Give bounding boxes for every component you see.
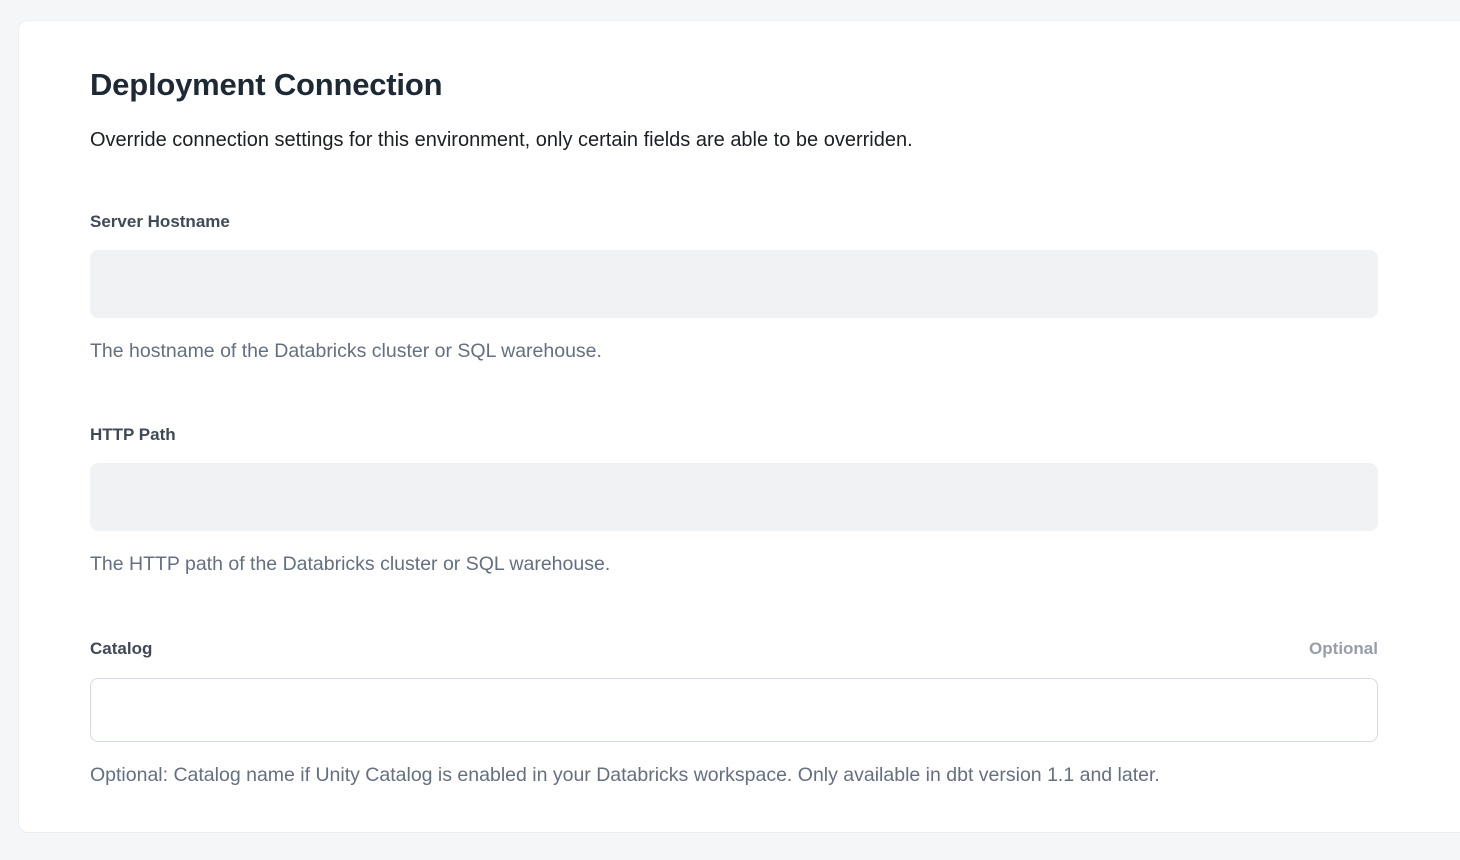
http-path-helper-text: The HTTP path of the Databricks cluster …: [90, 553, 1378, 576]
http-path-label-row: HTTP Path: [90, 424, 1378, 445]
page-title: Deployment Connection: [90, 68, 1378, 102]
card-content: Deployment Connection Override connectio…: [90, 68, 1378, 787]
catalog-helper-text: Optional: Catalog name if Unity Catalog …: [90, 764, 1378, 787]
http-path-input: [90, 463, 1378, 531]
page-subtitle: Override connection settings for this en…: [90, 128, 1378, 152]
http-path-label: HTTP Path: [90, 424, 176, 445]
deployment-connection-card: Deployment Connection Override connectio…: [18, 20, 1460, 833]
catalog-label: Catalog: [90, 638, 152, 659]
catalog-input[interactable]: [90, 678, 1378, 742]
server-hostname-input: [90, 250, 1378, 318]
server-hostname-label: Server Hostname: [90, 211, 230, 232]
catalog-field-group: Catalog Optional Optional: Catalog name …: [90, 638, 1378, 787]
server-hostname-field-group: Server Hostname The hostname of the Data…: [90, 211, 1378, 363]
http-path-field-group: HTTP Path The HTTP path of the Databrick…: [90, 424, 1378, 576]
server-hostname-helper-text: The hostname of the Databricks cluster o…: [90, 340, 1378, 363]
catalog-label-row: Catalog Optional: [90, 638, 1378, 659]
catalog-optional-badge: Optional: [1309, 638, 1378, 659]
server-hostname-label-row: Server Hostname: [90, 211, 1378, 232]
